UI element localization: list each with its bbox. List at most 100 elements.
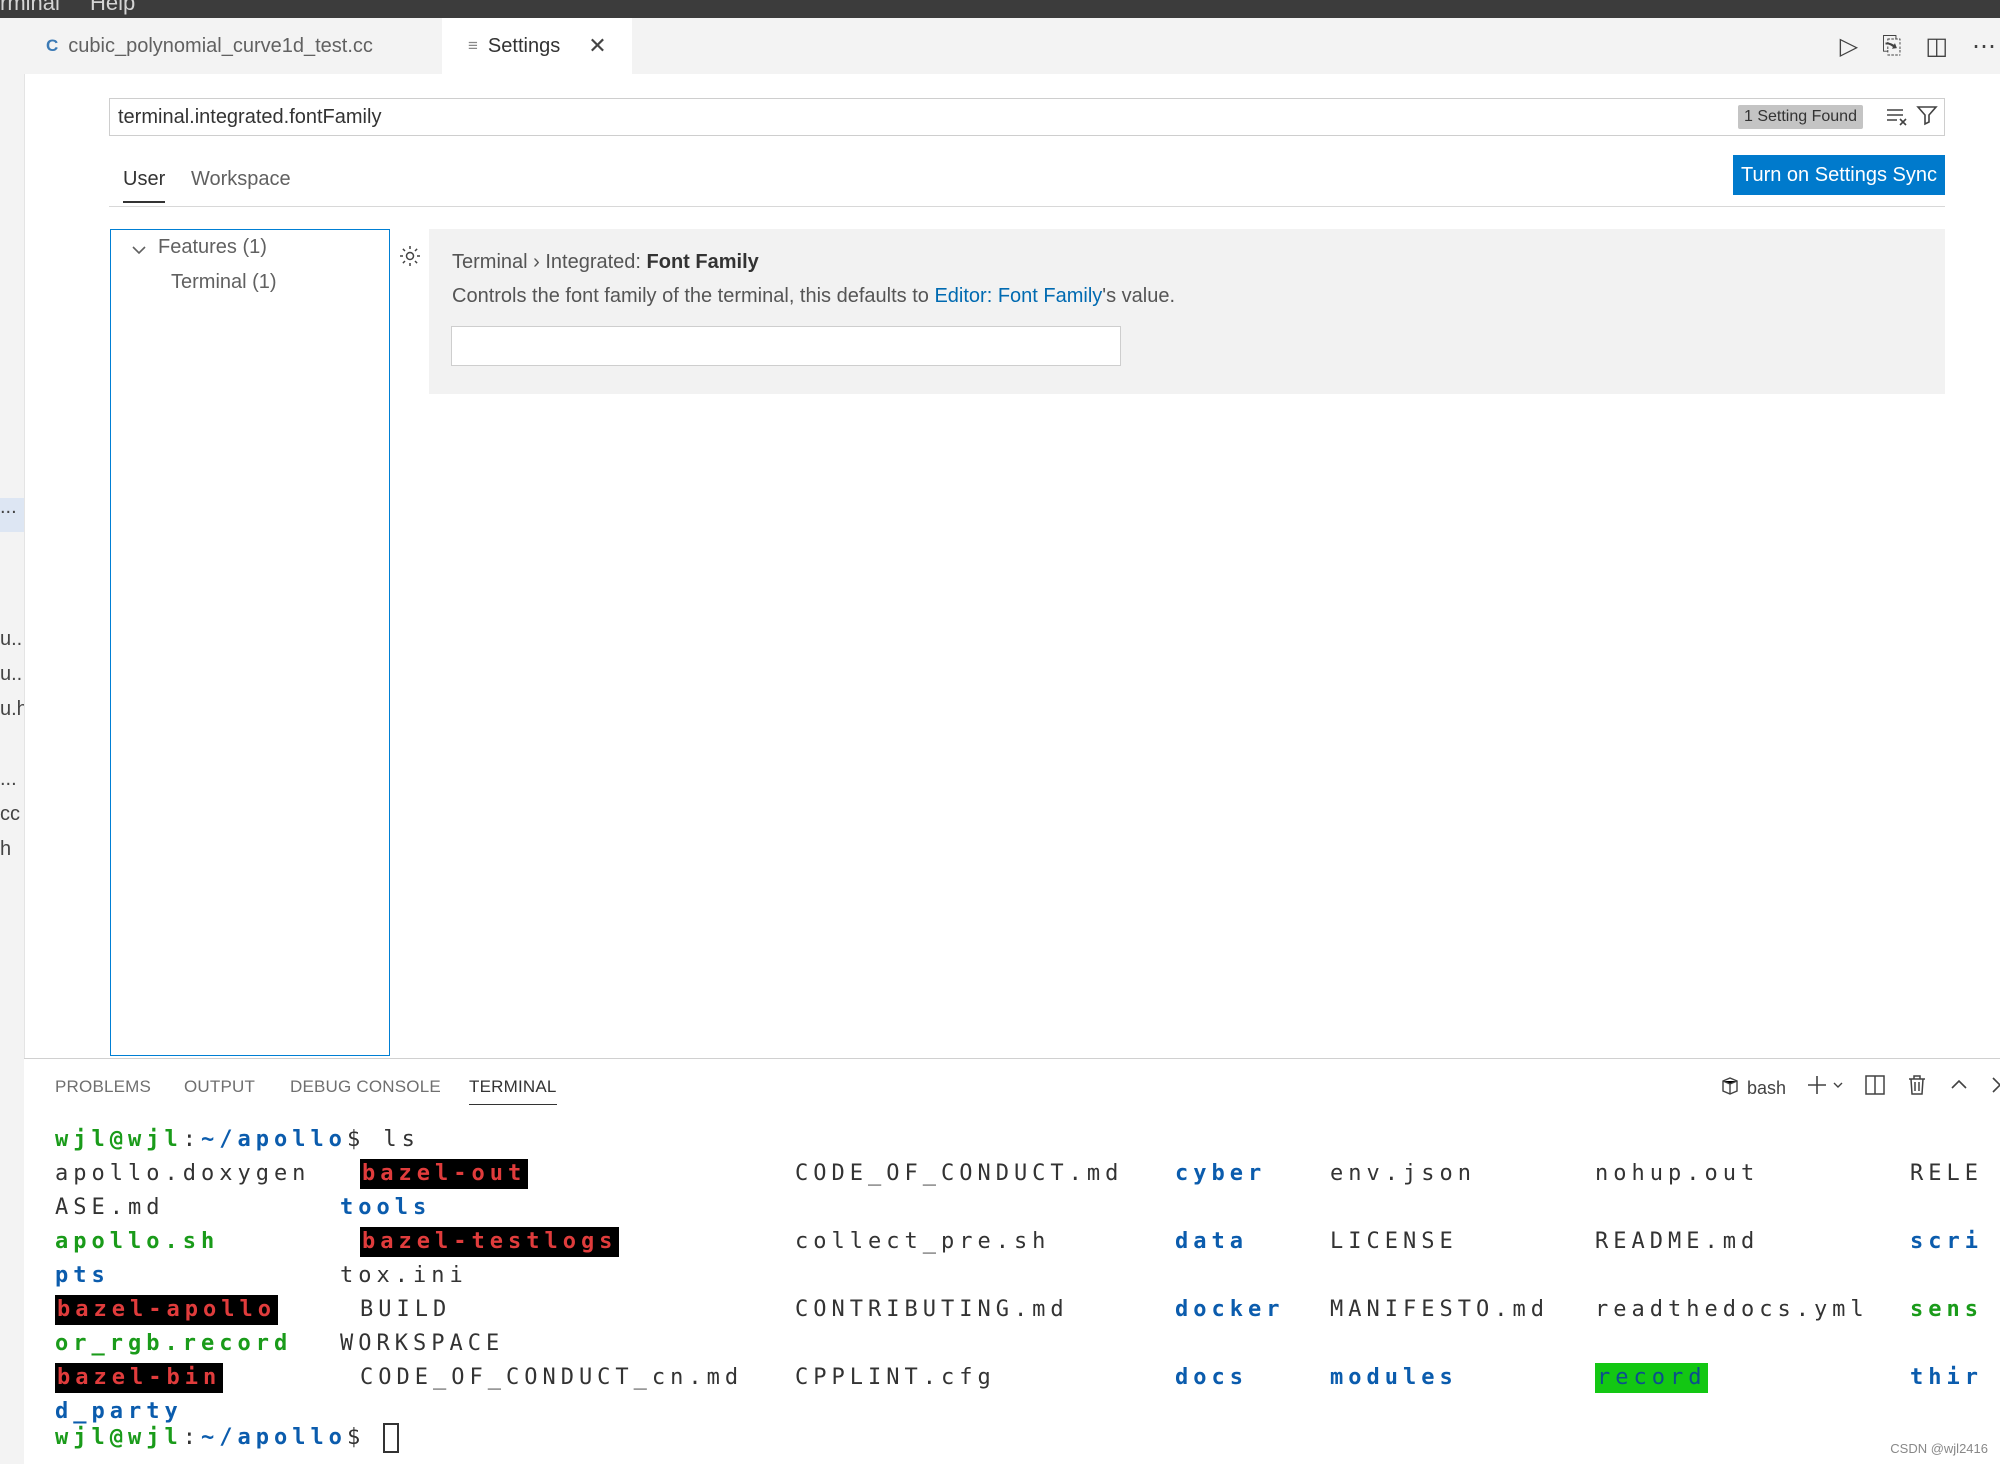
explorer-fragment[interactable]: ... <box>0 496 17 519</box>
tab-output[interactable]: OUTPUT <box>184 1077 255 1097</box>
tab-settings[interactable]: ≡ Settings ✕ <box>442 18 632 74</box>
menu-item-help[interactable]: Help <box>90 0 135 14</box>
settings-file-icon: ≡ <box>468 36 478 55</box>
terminal-entry: docker <box>1175 1297 1285 1322</box>
terminal-entry: data <box>1175 1229 1248 1254</box>
open-settings-json-icon[interactable]: ⎘ <box>1882 32 1901 60</box>
tab-problems[interactable]: PROBLEMS <box>55 1077 151 1097</box>
terminal-entry: pts <box>55 1263 110 1288</box>
tab-debug-console[interactable]: DEBUG CONSOLE <box>290 1077 441 1097</box>
toc-item-terminal[interactable]: Terminal (1) <box>171 271 277 294</box>
terminal-entry: readthedocs.yml <box>1595 1297 1869 1322</box>
settings-search-input[interactable] <box>110 99 1718 135</box>
more-actions-icon[interactable]: ⋯ <box>1972 32 1996 61</box>
watermark: CSDN @wjl2416 <box>1890 1441 1988 1456</box>
filter-icon[interactable] <box>1916 104 1938 132</box>
terminal-entry: bazel-bin <box>55 1363 224 1393</box>
explorer-fragment[interactable]: ... <box>0 768 17 791</box>
tab-label: cubic_polynomial_curve1d_test.cc <box>68 34 373 57</box>
terminal-entry: record <box>1595 1363 1709 1393</box>
clear-filter-icon[interactable] <box>1885 104 1909 134</box>
explorer-fragment[interactable]: h <box>0 838 11 861</box>
terminal-entry: sens <box>1910 1297 1983 1322</box>
prompt-dollar: $ <box>346 1425 366 1450</box>
gear-icon[interactable] <box>398 244 422 275</box>
prompt-path: ~/apollo <box>200 1425 347 1450</box>
shell-name: bash <box>1746 1077 1786 1098</box>
editor-font-family-link[interactable]: Editor: Font Family <box>934 285 1102 307</box>
terminal-entry: thir <box>1910 1365 1983 1390</box>
terminal-entry: env.json <box>1330 1161 1476 1186</box>
prompt-user: wjl@wjl <box>55 1127 183 1152</box>
setting-description: Controls the font family of the terminal… <box>452 285 1175 308</box>
setting-category: Terminal › Integrated: <box>452 251 647 273</box>
terminal-entry: cyber <box>1175 1161 1267 1186</box>
chevron-down-icon[interactable] <box>131 234 147 264</box>
font-family-input[interactable] <box>451 326 1121 366</box>
results-count-badge: 1 Setting Found <box>1738 105 1863 129</box>
terminal-prompt-line: wjl@wjl:~/apollo$ <box>55 1423 400 1453</box>
split-terminal-icon[interactable] <box>1864 1074 1886 1102</box>
run-icon[interactable]: ▷ <box>1840 32 1858 61</box>
close-icon[interactable]: ✕ <box>588 33 606 59</box>
terminal-entry: ASE.md <box>55 1195 165 1220</box>
terminal-entry: RELE <box>1910 1161 1983 1186</box>
terminal-entry: apollo.doxygen <box>55 1161 311 1186</box>
split-editor-icon[interactable]: ◫ <box>1925 32 1948 61</box>
chevron-up-icon[interactable] <box>1948 1074 1970 1102</box>
terminal-entry: CONTRIBUTING.md <box>795 1297 1069 1322</box>
explorer-fragment[interactable]: u... <box>0 628 24 651</box>
terminal-entry: scri <box>1910 1229 1983 1254</box>
prompt-command: ls <box>365 1127 420 1152</box>
editor-tab-bar: C cubic_polynomial_curve1d_test.cc ≡ Set… <box>24 18 2000 74</box>
terminal-output[interactable]: wjl@wjl:~/apollo$ ls apollo.doxygen bazel… <box>55 1125 2000 1464</box>
setting-title: Terminal › Integrated: Font Family <box>452 251 759 274</box>
terminal-entry: tools <box>340 1195 432 1220</box>
terminal-entry: CPPLINT.cfg <box>795 1365 996 1390</box>
terminal-entry: bazel-apollo <box>55 1295 278 1325</box>
terminal-shell-selector[interactable]: bash <box>1719 1075 1786 1102</box>
toc-item-features[interactable]: Features (1) <box>158 236 267 259</box>
explorer-fragment[interactable]: u... <box>0 663 24 686</box>
cpp-file-icon: C <box>46 36 59 55</box>
new-terminal-icon[interactable] <box>1806 1074 1844 1102</box>
tab-cubic-polynomial-test[interactable]: C cubic_polynomial_curve1d_test.cc <box>24 18 442 74</box>
terminal-entry: README.md <box>1595 1229 1760 1254</box>
terminal-entry: CODE_OF_CONDUCT_cn.md <box>360 1365 744 1390</box>
terminal-entry: apollo.sh <box>55 1229 220 1254</box>
terminal-cursor <box>383 1423 400 1453</box>
settings-search-box: 1 Setting Found <box>109 98 1945 136</box>
menu-bar: rminal Help <box>0 0 2000 18</box>
tab-label: Settings <box>487 34 561 57</box>
terminal-icon <box>1719 1075 1741 1102</box>
panel-actions: bash <box>1719 1073 2000 1103</box>
prompt-separator: : <box>182 1425 201 1450</box>
menu-item-terminal[interactable]: rminal <box>0 0 60 14</box>
explorer-fragment[interactable]: u.h <box>0 698 24 721</box>
description-text: Controls the font family of the terminal… <box>452 285 935 307</box>
terminal-entry: collect_pre.sh <box>795 1229 1051 1254</box>
terminal-entry: MANIFESTO.md <box>1330 1297 1549 1322</box>
description-text: 's value. <box>1102 285 1176 307</box>
turn-on-settings-sync-button[interactable]: Turn on Settings Sync <box>1733 155 1945 195</box>
prompt-user: wjl@wjl <box>55 1425 183 1450</box>
terminal-entry: docs <box>1175 1365 1248 1390</box>
terminal-entry: bazel-testlogs <box>360 1227 620 1257</box>
terminal-entry: LICENSE <box>1330 1229 1458 1254</box>
trash-icon[interactable] <box>1906 1074 1928 1102</box>
terminal-entry: bazel-out <box>360 1159 529 1189</box>
tab-terminal[interactable]: TERMINAL <box>469 1077 557 1105</box>
explorer-strip: ... u... u... u.h ... cc h <box>0 18 25 1464</box>
tab-workspace[interactable]: Workspace <box>191 168 291 201</box>
prompt-path: ~/apollo <box>200 1127 347 1152</box>
close-panel-icon[interactable] <box>1990 1074 2000 1102</box>
prompt-separator: : <box>182 1127 201 1152</box>
explorer-fragment[interactable]: cc <box>0 803 20 826</box>
prompt-dollar: $ <box>346 1127 366 1152</box>
terminal-prompt-line: wjl@wjl:~/apollo$ ls <box>55 1125 420 1155</box>
terminal-entry: modules <box>1330 1365 1458 1390</box>
terminal-entry: or_rgb.record <box>55 1331 293 1356</box>
tab-user[interactable]: User <box>123 168 166 203</box>
setting-name: Font Family <box>646 251 759 273</box>
terminal-entry: nohup.out <box>1595 1161 1760 1186</box>
